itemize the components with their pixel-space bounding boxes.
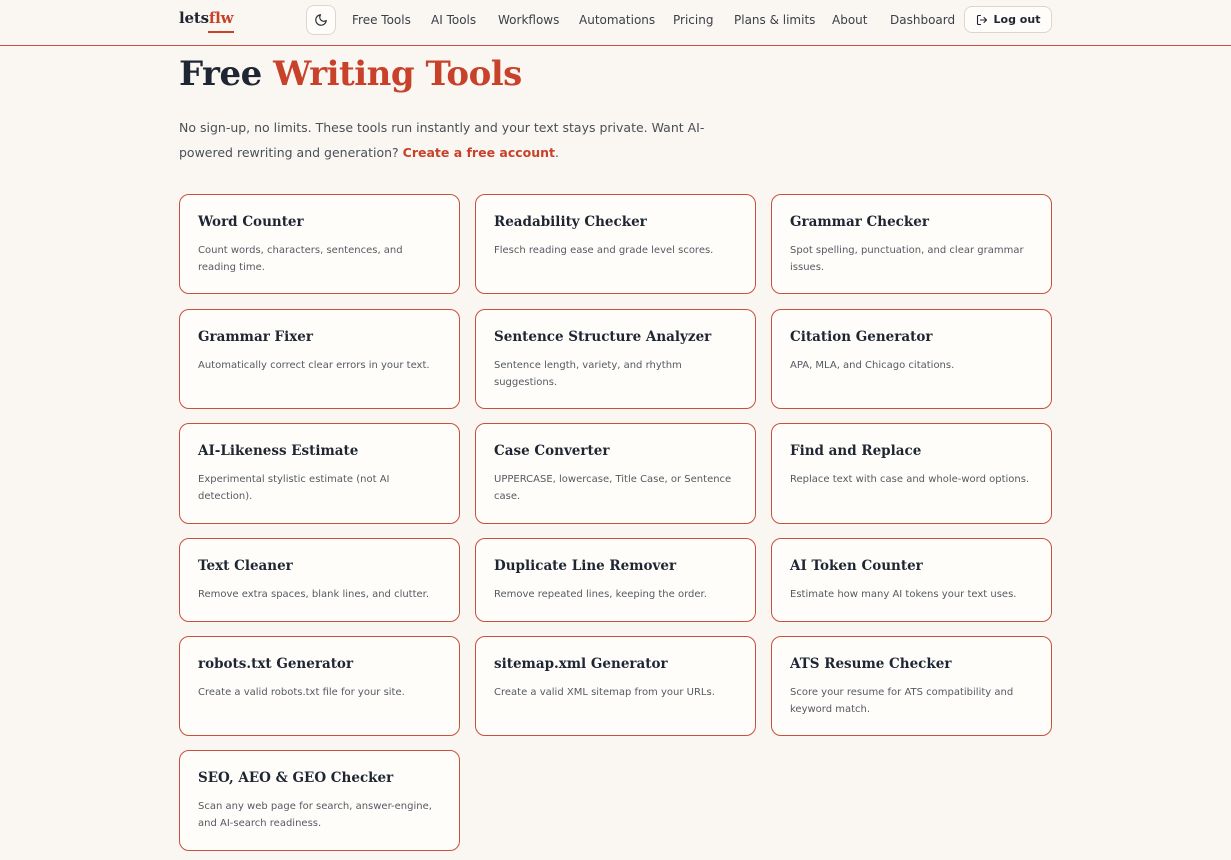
logout-button[interactable]: Log out bbox=[964, 6, 1052, 33]
tool-card-description: Count words, characters, sentences, and … bbox=[198, 245, 403, 273]
tool-card-description: Score your resume for ATS compatibility … bbox=[790, 687, 1014, 715]
tool-card-title: Citation Generator bbox=[790, 329, 933, 345]
tool-card-description: Spot spelling, punctuation, and clear gr… bbox=[790, 245, 1024, 273]
tool-card-grammar-checker[interactable]: Grammar Checker Spot spelling, punctuati… bbox=[771, 194, 1052, 294]
logout-label: Log out bbox=[993, 13, 1041, 26]
tool-card-ats-resume-checker[interactable]: ATS Resume Checker Score your resume for… bbox=[771, 636, 1052, 736]
tool-card-description: UPPERCASE, lowercase, Title Case, or Sen… bbox=[494, 474, 732, 502]
tool-card-sentence-structure-analyzer[interactable]: Sentence Structure Analyzer Sentence len… bbox=[475, 309, 756, 409]
tool-card-title: robots.txt Generator bbox=[198, 656, 354, 672]
tool-card-title: Find and Replace bbox=[790, 443, 922, 459]
tool-card-duplicate-line-remover[interactable]: Duplicate Line Remover Remove repeated l… bbox=[475, 538, 756, 622]
tool-card-description: Experimental stylistic estimate (not AI … bbox=[198, 474, 390, 502]
tool-card-title: SEO, AEO & GEO Checker bbox=[198, 770, 394, 786]
tool-card-description: Create a valid XML sitemap from your URL… bbox=[494, 687, 715, 698]
tool-card-description: Sentence length, variety, and rhythm sug… bbox=[494, 360, 682, 388]
tool-card-ai-likeness-estimate[interactable]: AI-Likeness Estimate Experimental stylis… bbox=[179, 423, 460, 524]
tool-card-seo-aeo-geo-checker[interactable]: SEO, AEO & GEO Checker Scan any web page… bbox=[179, 750, 460, 851]
logo-underline bbox=[208, 31, 234, 33]
tool-card-description: Scan any web page for search, answer-eng… bbox=[198, 801, 432, 829]
page-title: Free Writing Tools bbox=[179, 54, 522, 94]
tool-card-description: Automatically correct clear errors in yo… bbox=[198, 360, 430, 371]
tool-card-description: Estimate how many AI tokens your text us… bbox=[790, 589, 1017, 600]
tool-card-title: Word Counter bbox=[198, 214, 304, 230]
nav-link-plans-limits[interactable]: Plans & limits bbox=[734, 13, 815, 27]
tool-card-title: ATS Resume Checker bbox=[790, 656, 952, 672]
tool-card-title: AI-Likeness Estimate bbox=[198, 443, 359, 459]
logout-icon bbox=[976, 14, 987, 25]
tool-card-readability-checker[interactable]: Readability Checker Flesch reading ease … bbox=[475, 194, 756, 294]
tool-card-title: Grammar Checker bbox=[790, 214, 929, 230]
nav-link-pricing[interactable]: Pricing bbox=[673, 13, 713, 27]
nav-link-about[interactable]: About bbox=[832, 13, 867, 27]
nav-link-workflows[interactable]: Workflows bbox=[498, 13, 559, 27]
tool-card-title: AI Token Counter bbox=[790, 558, 923, 574]
tool-card-robots-txt-generator[interactable]: robots.txt Generator Create a valid robo… bbox=[179, 636, 460, 736]
tool-card-word-counter[interactable]: Word Counter Count words, characters, se… bbox=[179, 194, 460, 294]
tool-card-title: Case Converter bbox=[494, 443, 610, 459]
tool-card-title: Grammar Fixer bbox=[198, 329, 313, 345]
theme-toggle-button[interactable] bbox=[306, 5, 336, 35]
tool-card-title: Sentence Structure Analyzer bbox=[494, 329, 712, 345]
tool-card-find-and-replace[interactable]: Find and Replace Replace text with case … bbox=[771, 423, 1052, 524]
tool-card-description: Remove repeated lines, keeping the order… bbox=[494, 589, 707, 600]
tool-card-sitemap-xml-generator[interactable]: sitemap.xml Generator Create a valid XML… bbox=[475, 636, 756, 736]
nav-link-dashboard[interactable]: Dashboard bbox=[890, 13, 955, 27]
tool-card-description: APA, MLA, and Chicago citations. bbox=[790, 360, 955, 371]
tool-card-case-converter[interactable]: Case Converter UPPERCASE, lowercase, Tit… bbox=[475, 423, 756, 524]
tool-card-text-cleaner[interactable]: Text Cleaner Remove extra spaces, blank … bbox=[179, 538, 460, 622]
tool-card-description: Create a valid robots.txt file for your … bbox=[198, 687, 405, 698]
top-navbar: letsflw Free Tools AI Tools Workflows Au… bbox=[0, 0, 1231, 46]
tool-card-title: Text Cleaner bbox=[198, 558, 293, 574]
tool-card-description: Remove extra spaces, blank lines, and cl… bbox=[198, 589, 430, 600]
tool-card-title: Readability Checker bbox=[494, 214, 647, 230]
create-account-link[interactable]: Create a free account bbox=[403, 145, 555, 160]
tool-card-citation-generator[interactable]: Citation Generator APA, MLA, and Chicago… bbox=[771, 309, 1052, 409]
tool-card-grammar-fixer[interactable]: Grammar Fixer Automatically correct clea… bbox=[179, 309, 460, 409]
tool-card-ai-token-counter[interactable]: AI Token Counter Estimate how many AI to… bbox=[771, 538, 1052, 622]
nav-link-automations[interactable]: Automations bbox=[579, 13, 655, 27]
nav-link-free-tools[interactable]: Free Tools bbox=[352, 13, 411, 27]
tool-card-description: Replace text with case and whole-word op… bbox=[790, 474, 1030, 485]
tool-card-description: Flesch reading ease and grade level scor… bbox=[494, 245, 714, 256]
tool-card-title: sitemap.xml Generator bbox=[494, 656, 668, 672]
tool-card-title: Duplicate Line Remover bbox=[494, 558, 677, 574]
moon-icon bbox=[315, 14, 327, 26]
logo[interactable]: letsflw bbox=[179, 9, 234, 27]
intro-text: No sign-up, no limits. These tools run i… bbox=[179, 120, 705, 160]
nav-link-ai-tools[interactable]: AI Tools bbox=[431, 13, 476, 27]
